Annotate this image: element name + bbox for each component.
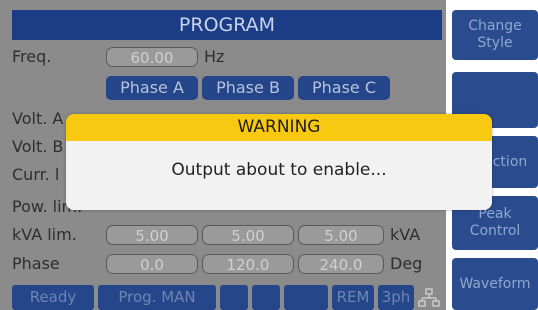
- phase-unit: Deg: [390, 254, 423, 273]
- kva-c-field[interactable]: 5.00: [298, 225, 384, 245]
- status-ready: Ready: [12, 285, 94, 310]
- kva-b-field[interactable]: 5.00: [202, 225, 294, 245]
- kva-a-field[interactable]: 5.00: [106, 225, 198, 245]
- warning-dialog[interactable]: WARNING Output about to enable...: [66, 114, 492, 210]
- change-style-line1: Change: [468, 18, 522, 34]
- kva-label: kVA lim.: [12, 225, 77, 244]
- status-rem: REM: [332, 285, 374, 310]
- change-style-line2: Style: [477, 35, 513, 51]
- change-style-button[interactable]: Change Style: [452, 10, 538, 60]
- warning-message: Output about to enable...: [66, 141, 492, 210]
- curr-label: Curr. l: [12, 165, 60, 184]
- volt-b-label: Volt. B: [12, 137, 64, 156]
- warning-title: WARNING: [66, 114, 492, 141]
- freq-label: Freq.: [12, 47, 52, 66]
- status-slot-1: [220, 285, 248, 310]
- waveform-line1: Waveform: [459, 275, 531, 292]
- status-slot-3: [284, 285, 328, 310]
- freq-unit: Hz: [204, 47, 225, 66]
- peak-control-line2: Control: [469, 223, 521, 239]
- status-3ph: 3ph: [378, 285, 414, 310]
- phase-c-angle-field[interactable]: 240.0: [298, 254, 384, 274]
- phase-label: Phase: [12, 254, 60, 273]
- program-screen: PROGRAM Freq. 60.00 Hz Phase A Phase B P…: [0, 0, 538, 310]
- page-title: PROGRAM: [12, 10, 442, 40]
- phase-b-angle-field[interactable]: 120.0: [202, 254, 294, 274]
- waveform-button[interactable]: Waveform: [452, 258, 538, 310]
- phase-a-button[interactable]: Phase A: [106, 76, 198, 100]
- status-prog-mode: Prog. MAN: [98, 285, 216, 310]
- phase-a-angle-field[interactable]: 0.0: [106, 254, 198, 274]
- phase-b-button[interactable]: Phase B: [202, 76, 294, 100]
- status-slot-2: [252, 285, 280, 310]
- kva-unit: kVA: [390, 225, 421, 244]
- status-bar: Ready Prog. MAN REM 3ph: [12, 285, 446, 310]
- phase-c-button[interactable]: Phase C: [298, 76, 390, 100]
- network-icon: [418, 288, 440, 308]
- freq-value-field[interactable]: 60.00: [106, 47, 198, 67]
- volt-a-label: Volt. A: [12, 109, 64, 128]
